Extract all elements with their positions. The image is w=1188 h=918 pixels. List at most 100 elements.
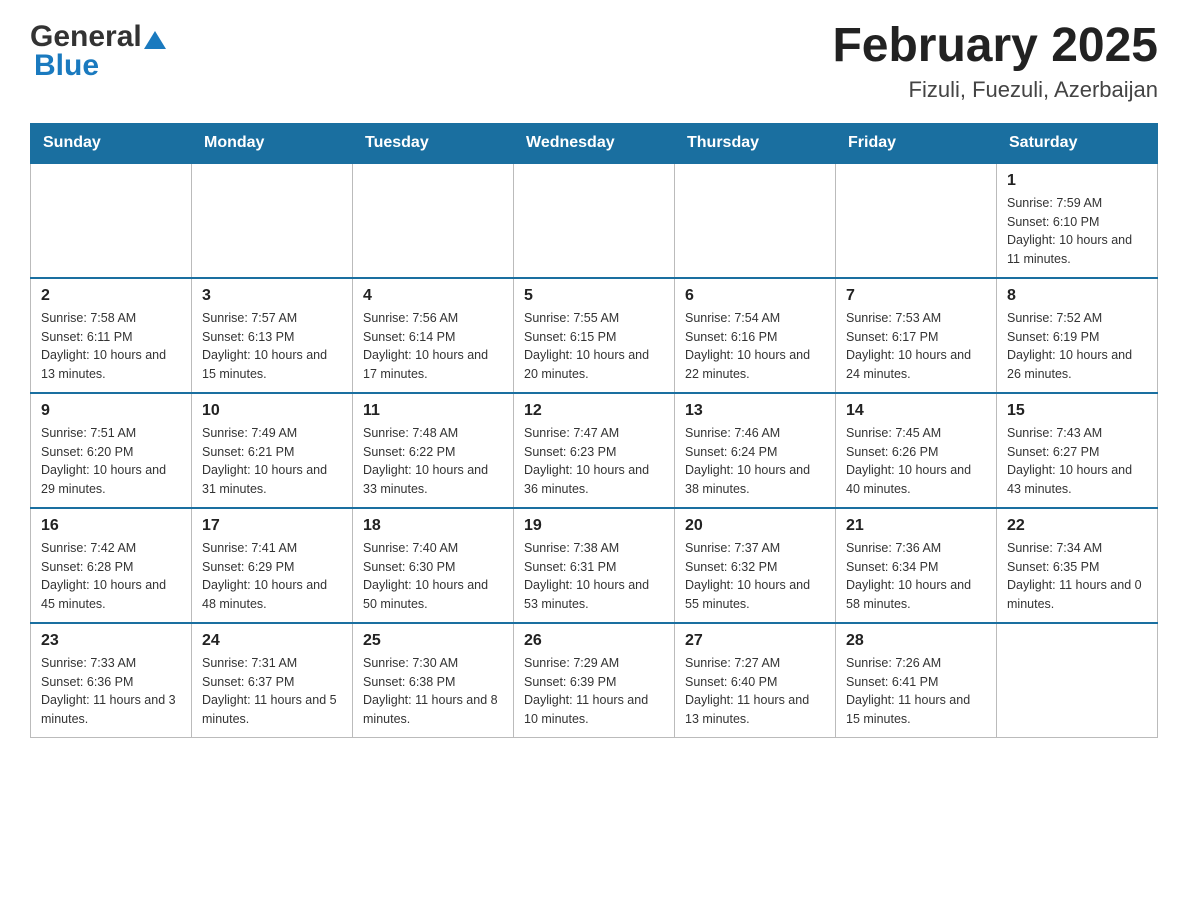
- table-row: 28 Sunrise: 7:26 AMSunset: 6:41 PMDayligh…: [836, 623, 997, 738]
- table-row: [675, 163, 836, 278]
- day-info: Sunrise: 7:48 AMSunset: 6:22 PMDaylight:…: [363, 424, 503, 499]
- calendar-week-row: 9 Sunrise: 7:51 AMSunset: 6:20 PMDaylight…: [31, 393, 1158, 508]
- logo-triangle-icon2: [155, 31, 166, 49]
- day-number: 19: [524, 517, 664, 535]
- day-info: Sunrise: 7:30 AMSunset: 6:38 PMDaylight:…: [363, 654, 503, 729]
- day-number: 21: [846, 517, 986, 535]
- table-row: 3 Sunrise: 7:57 AMSunset: 6:13 PMDaylight…: [192, 278, 353, 393]
- table-row: 25 Sunrise: 7:30 AMSunset: 6:38 PMDayligh…: [353, 623, 514, 738]
- day-info: Sunrise: 7:29 AMSunset: 6:39 PMDaylight:…: [524, 654, 664, 729]
- day-info: Sunrise: 7:42 AMSunset: 6:28 PMDaylight:…: [41, 539, 181, 614]
- calendar-week-row: 1 Sunrise: 7:59 AMSunset: 6:10 PMDaylight…: [31, 163, 1158, 278]
- day-info: Sunrise: 7:57 AMSunset: 6:13 PMDaylight:…: [202, 309, 342, 384]
- day-info: Sunrise: 7:59 AMSunset: 6:10 PMDaylight:…: [1007, 194, 1147, 269]
- table-row: 18 Sunrise: 7:40 AMSunset: 6:30 PMDayligh…: [353, 508, 514, 623]
- table-row: 5Sunrise: 7:55 AMSunset: 6:15 PMDaylight…: [514, 278, 675, 393]
- page-subtitle: Fizuli, Fuezuli, Azerbaijan: [832, 77, 1158, 103]
- day-number: 11: [363, 402, 503, 420]
- table-row: 23 Sunrise: 7:33 AMSunset: 6:36 PMDayligh…: [31, 623, 192, 738]
- table-row: 17 Sunrise: 7:41 AMSunset: 6:29 PMDayligh…: [192, 508, 353, 623]
- table-row: [514, 163, 675, 278]
- title-block: February 2025 Fizuli, Fuezuli, Azerbaija…: [832, 20, 1158, 103]
- day-number: 22: [1007, 517, 1147, 535]
- day-info: Sunrise: 7:45 AMSunset: 6:26 PMDaylight:…: [846, 424, 986, 499]
- day-number: 24: [202, 632, 342, 650]
- day-info: Sunrise: 7:26 AMSunset: 6:41 PMDaylight:…: [846, 654, 986, 729]
- header-wednesday: Wednesday: [514, 123, 675, 163]
- logo-blue-text: Blue: [30, 49, 166, 83]
- table-row: 19 Sunrise: 7:38 AMSunset: 6:31 PMDayligh…: [514, 508, 675, 623]
- table-row: 15Sunrise: 7:43 AMSunset: 6:27 PMDayligh…: [997, 393, 1158, 508]
- table-row: 26Sunrise: 7:29 AMSunset: 6:39 PMDayligh…: [514, 623, 675, 738]
- header-saturday: Saturday: [997, 123, 1158, 163]
- day-info: Sunrise: 7:36 AMSunset: 6:34 PMDaylight:…: [846, 539, 986, 614]
- day-info: Sunrise: 7:47 AMSunset: 6:23 PMDaylight:…: [524, 424, 664, 499]
- day-info: Sunrise: 7:55 AMSunset: 6:15 PMDaylight:…: [524, 309, 664, 384]
- day-info: Sunrise: 7:37 AMSunset: 6:32 PMDaylight:…: [685, 539, 825, 614]
- table-row: 13Sunrise: 7:46 AMSunset: 6:24 PMDayligh…: [675, 393, 836, 508]
- day-info: Sunrise: 7:38 AMSunset: 6:31 PMDaylight:…: [524, 539, 664, 614]
- table-row: [192, 163, 353, 278]
- day-info: Sunrise: 7:31 AMSunset: 6:37 PMDaylight:…: [202, 654, 342, 729]
- day-number: 4: [363, 287, 503, 305]
- table-row: 24 Sunrise: 7:31 AMSunset: 6:37 PMDayligh…: [192, 623, 353, 738]
- header-tuesday: Tuesday: [353, 123, 514, 163]
- table-row: 11 Sunrise: 7:48 AMSunset: 6:22 PMDayligh…: [353, 393, 514, 508]
- table-row: [353, 163, 514, 278]
- day-number: 8: [1007, 287, 1147, 305]
- day-info: Sunrise: 7:27 AMSunset: 6:40 PMDaylight:…: [685, 654, 825, 729]
- calendar-week-row: 23 Sunrise: 7:33 AMSunset: 6:36 PMDayligh…: [31, 623, 1158, 738]
- table-row: [31, 163, 192, 278]
- table-row: 8 Sunrise: 7:52 AMSunset: 6:19 PMDaylight…: [997, 278, 1158, 393]
- table-row: 27 Sunrise: 7:27 AMSunset: 6:40 PMDayligh…: [675, 623, 836, 738]
- day-number: 9: [41, 402, 181, 420]
- day-number: 16: [41, 517, 181, 535]
- day-info: Sunrise: 7:41 AMSunset: 6:29 PMDaylight:…: [202, 539, 342, 614]
- day-number: 6: [685, 287, 825, 305]
- table-row: 1 Sunrise: 7:59 AMSunset: 6:10 PMDaylight…: [997, 163, 1158, 278]
- day-number: 27: [685, 632, 825, 650]
- day-number: 12: [524, 402, 664, 420]
- day-info: Sunrise: 7:46 AMSunset: 6:24 PMDaylight:…: [685, 424, 825, 499]
- page-title: February 2025: [832, 20, 1158, 73]
- day-number: 25: [363, 632, 503, 650]
- table-row: 6Sunrise: 7:54 AMSunset: 6:16 PMDaylight…: [675, 278, 836, 393]
- table-row: 7Sunrise: 7:53 AMSunset: 6:17 PMDaylight…: [836, 278, 997, 393]
- day-info: Sunrise: 7:51 AMSunset: 6:20 PMDaylight:…: [41, 424, 181, 499]
- logo-triangle-icon: [144, 31, 155, 49]
- logo: General Blue: [30, 20, 166, 83]
- table-row: 20Sunrise: 7:37 AMSunset: 6:32 PMDayligh…: [675, 508, 836, 623]
- day-number: 14: [846, 402, 986, 420]
- header-sunday: Sunday: [31, 123, 192, 163]
- day-info: Sunrise: 7:52 AMSunset: 6:19 PMDaylight:…: [1007, 309, 1147, 384]
- day-number: 18: [363, 517, 503, 535]
- day-info: Sunrise: 7:40 AMSunset: 6:30 PMDaylight:…: [363, 539, 503, 614]
- header-monday: Monday: [192, 123, 353, 163]
- table-row: 22 Sunrise: 7:34 AMSunset: 6:35 PMDayligh…: [997, 508, 1158, 623]
- header-friday: Friday: [836, 123, 997, 163]
- day-number: 3: [202, 287, 342, 305]
- day-number: 10: [202, 402, 342, 420]
- day-number: 2: [41, 287, 181, 305]
- day-info: Sunrise: 7:34 AMSunset: 6:35 PMDaylight:…: [1007, 539, 1147, 614]
- table-row: 12 Sunrise: 7:47 AMSunset: 6:23 PMDayligh…: [514, 393, 675, 508]
- table-row: 4Sunrise: 7:56 AMSunset: 6:14 PMDaylight…: [353, 278, 514, 393]
- day-number: 7: [846, 287, 986, 305]
- calendar-header-row: Sunday Monday Tuesday Wednesday Thursday…: [31, 123, 1158, 163]
- table-row: 14 Sunrise: 7:45 AMSunset: 6:26 PMDayligh…: [836, 393, 997, 508]
- calendar-week-row: 2Sunrise: 7:58 AMSunset: 6:11 PMDaylight…: [31, 278, 1158, 393]
- day-number: 1: [1007, 172, 1147, 190]
- day-number: 15: [1007, 402, 1147, 420]
- table-row: 10Sunrise: 7:49 AMSunset: 6:21 PMDayligh…: [192, 393, 353, 508]
- table-row: 2Sunrise: 7:58 AMSunset: 6:11 PMDaylight…: [31, 278, 192, 393]
- calendar-week-row: 16 Sunrise: 7:42 AMSunset: 6:28 PMDayligh…: [31, 508, 1158, 623]
- table-row: 9 Sunrise: 7:51 AMSunset: 6:20 PMDaylight…: [31, 393, 192, 508]
- table-row: 16 Sunrise: 7:42 AMSunset: 6:28 PMDayligh…: [31, 508, 192, 623]
- table-row: [836, 163, 997, 278]
- day-number: 17: [202, 517, 342, 535]
- day-info: Sunrise: 7:33 AMSunset: 6:36 PMDaylight:…: [41, 654, 181, 729]
- header-thursday: Thursday: [675, 123, 836, 163]
- day-number: 23: [41, 632, 181, 650]
- table-row: 21 Sunrise: 7:36 AMSunset: 6:34 PMDayligh…: [836, 508, 997, 623]
- day-number: 28: [846, 632, 986, 650]
